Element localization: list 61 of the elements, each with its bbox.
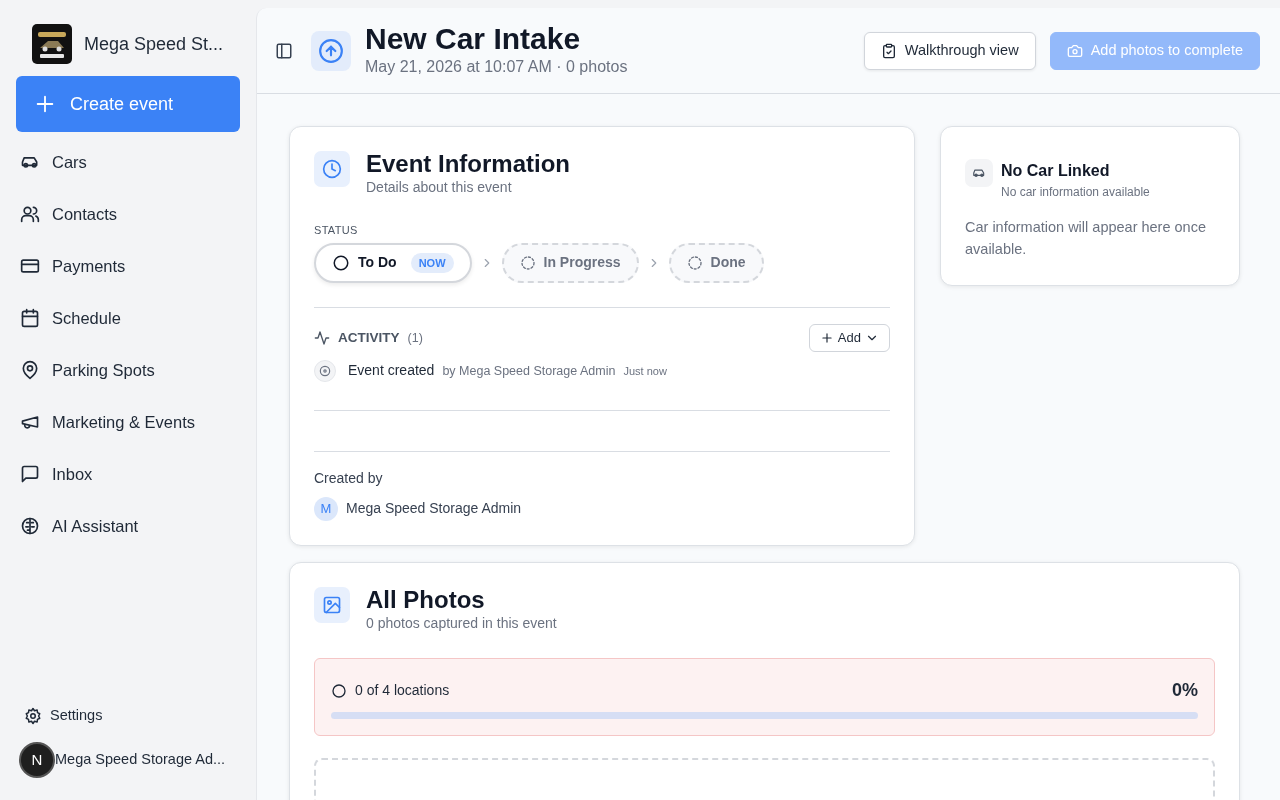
activity-author: by Mega Speed Storage Admin bbox=[442, 362, 616, 380]
dashed-circle-icon bbox=[519, 254, 536, 271]
image-icon bbox=[322, 594, 342, 615]
user-name: Mega Speed Storage Ad... bbox=[55, 750, 226, 770]
settings-link[interactable]: Settings bbox=[16, 696, 240, 736]
card-subtitle: Details about this event bbox=[366, 178, 513, 198]
status-label: STATUS bbox=[314, 223, 359, 239]
sidebar-item[interactable]: Inbox bbox=[16, 448, 240, 500]
car-icon bbox=[972, 166, 986, 180]
card-subtitle: 0 photos captured in this event bbox=[366, 614, 557, 634]
created-by-label: Created by bbox=[314, 468, 384, 488]
sidebar-item[interactable]: Schedule bbox=[16, 292, 240, 344]
activity-title: Event created bbox=[348, 361, 435, 381]
status-step[interactable]: Done bbox=[668, 242, 764, 283]
camera-icon bbox=[1066, 42, 1083, 59]
people-icon bbox=[20, 204, 40, 224]
activity-time: Just now bbox=[623, 363, 667, 379]
now-badge: NOW bbox=[410, 252, 454, 274]
user-avatar: N bbox=[19, 742, 55, 778]
message-icon bbox=[20, 464, 40, 484]
card-title: No Car Linked bbox=[1001, 161, 1111, 181]
app-name: Mega Speed St... bbox=[84, 32, 224, 56]
add-dropdown-button[interactable]: Add bbox=[808, 323, 890, 352]
circle-icon bbox=[332, 253, 350, 272]
map-pin-icon bbox=[20, 360, 40, 380]
page-title: New Car Intake bbox=[365, 22, 582, 55]
creator-name: Mega Speed Storage Admin bbox=[346, 499, 522, 519]
clock-icon bbox=[322, 159, 342, 179]
card-title: All Photos bbox=[366, 586, 486, 614]
settings-icon bbox=[24, 707, 42, 725]
progress-label: 0 of 4 locations bbox=[355, 681, 450, 701]
arrow-up-circle-icon bbox=[318, 37, 344, 64]
dashed-circle-icon bbox=[686, 254, 703, 271]
sidebar-item[interactable]: AI Assistant bbox=[16, 500, 240, 552]
clipboard-check-icon bbox=[880, 42, 897, 59]
circle-icon bbox=[331, 682, 347, 699]
card-title: Event Information bbox=[366, 151, 570, 178]
user-avatar: M bbox=[314, 496, 338, 521]
plus-icon bbox=[819, 330, 834, 345]
status-step[interactable]: To Do NOW bbox=[314, 242, 472, 283]
sidebar-item[interactable]: Parking Spots bbox=[16, 344, 240, 396]
sidebar-item[interactable]: Contacts bbox=[16, 188, 240, 240]
activity-count: (1) bbox=[407, 329, 423, 347]
credit-card-icon bbox=[20, 256, 40, 276]
status-step[interactable]: In Progress bbox=[501, 242, 639, 283]
sidebar-item[interactable]: Marketing & Events bbox=[16, 396, 240, 448]
sidebar-item[interactable]: Cars bbox=[16, 136, 240, 188]
page-subtitle: May 21, 2026 at 10:07 AM · 0 photos bbox=[365, 57, 629, 77]
sidebar-icon bbox=[275, 42, 293, 61]
plus-icon bbox=[34, 93, 56, 115]
create-event-button[interactable]: Create event bbox=[16, 76, 240, 132]
progress-percent: 0% bbox=[1172, 679, 1198, 703]
empty-message: Car information will appear here once available. bbox=[965, 218, 1207, 259]
walkthrough-button[interactable]: Walkthrough view bbox=[863, 31, 1036, 70]
activity-heading: ACTIVITY bbox=[338, 328, 400, 347]
user-menu[interactable]: N Mega Speed Storage Ad... bbox=[16, 736, 240, 784]
card-subtitle: No car information available bbox=[1001, 184, 1150, 201]
calendar-icon bbox=[20, 308, 40, 328]
activity-icon bbox=[314, 329, 330, 346]
logo bbox=[32, 24, 72, 64]
sidebar-item[interactable]: Payments bbox=[16, 240, 240, 292]
